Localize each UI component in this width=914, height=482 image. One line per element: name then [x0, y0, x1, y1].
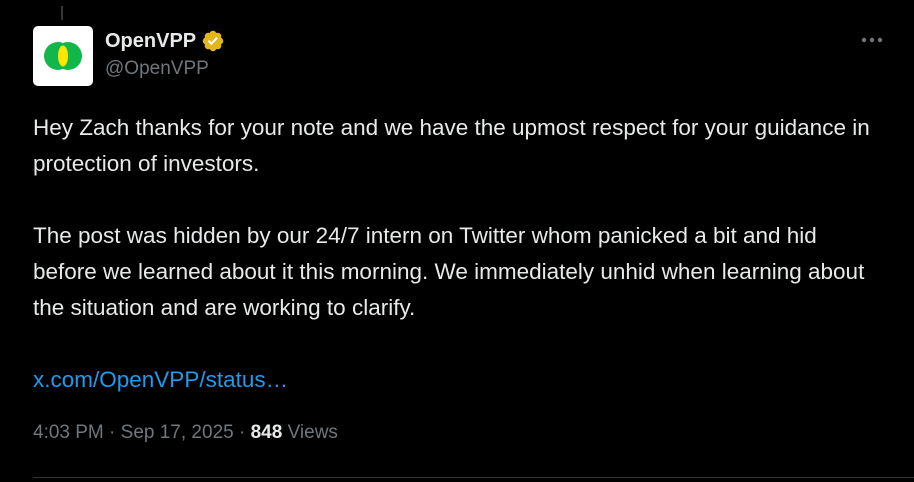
openvpp-logo-icon [44, 42, 82, 70]
tweet-meta: 4:03 PM · Sep 17, 2025 · 848 Views [33, 422, 338, 444]
meta-separator: · [233, 422, 251, 443]
author-display-name[interactable]: OpenVPP [105, 30, 196, 53]
verified-badge-icon[interactable] [201, 29, 225, 53]
meta-separator: · [103, 422, 121, 443]
author-handle[interactable]: @OpenVPP [105, 58, 209, 80]
avatar[interactable] [33, 26, 93, 86]
tweet-time[interactable]: 4:03 PM [33, 422, 104, 443]
more-options-icon[interactable] [858, 26, 886, 54]
views-label: Views [282, 422, 338, 443]
thread-connector-line [61, 6, 63, 20]
status-link[interactable]: x.com/OpenVPP/status… [33, 367, 288, 392]
views-count[interactable]: 848 [251, 422, 283, 443]
tweet-paragraph: The post was hidden by our 24/7 intern o… [33, 223, 865, 320]
tweet-link-line: x.com/OpenVPP/status… [33, 362, 883, 398]
tweet-paragraph: Hey Zach thanks for your note and we hav… [33, 115, 870, 176]
author-name-row: OpenVPP [105, 28, 225, 54]
tweet-date[interactable]: Sep 17, 2025 [121, 422, 234, 443]
divider [33, 477, 914, 478]
tweet-text: Hey Zach thanks for your note and we hav… [33, 110, 883, 398]
